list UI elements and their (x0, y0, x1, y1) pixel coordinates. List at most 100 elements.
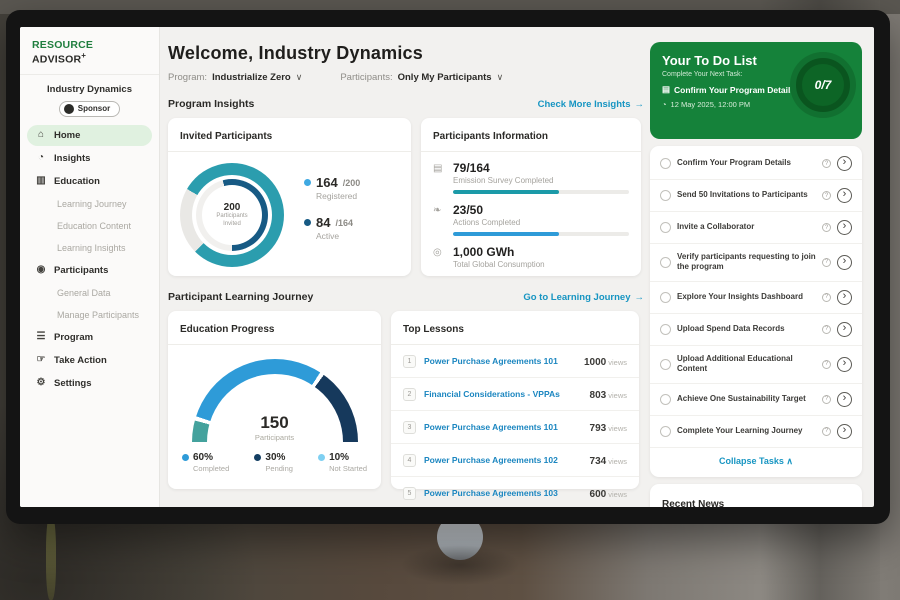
legend-item: 10% Not Started (318, 452, 367, 473)
participants-information-card: Participants Information ▤ 79/164 Emissi… (421, 118, 641, 276)
task-info-icon[interactable]: ? (822, 293, 831, 302)
check-more-insights-link[interactable]: Check More Insights → (538, 99, 644, 110)
task-info-icon[interactable]: ? (822, 223, 831, 232)
participants-information-title: Participants Information (433, 131, 548, 142)
sidebar-item-label: Home (54, 130, 80, 141)
task-checkbox[interactable] (660, 324, 671, 335)
task-info-icon[interactable]: ? (822, 395, 831, 404)
task-chevron-button[interactable]: › (837, 290, 852, 305)
legend-label: Pending (265, 464, 293, 473)
donut-legend: 164/200 Registered 84/164 Active (304, 175, 360, 255)
sidebar-item[interactable]: ⚙ Settings (27, 373, 152, 394)
task-chevron-button[interactable]: › (837, 424, 852, 439)
info-row-label: Emission Survey Completed (453, 176, 629, 185)
lesson-rank-badge: 5 (403, 487, 416, 500)
filter-label: Program: (168, 72, 207, 83)
education-progress-card: Education Progress 150 Participants (168, 311, 381, 489)
lesson-rank-badge: 3 (403, 421, 416, 434)
todo-task-list: Confirm Your Program Details ? › Send 50… (650, 148, 862, 448)
sidebar-item[interactable]: ◔ Insights (27, 148, 152, 169)
sidebar-item[interactable]: ⌂ Home (27, 125, 152, 146)
task-chevron-button[interactable]: › (837, 188, 852, 203)
task-checkbox[interactable] (660, 222, 671, 233)
task-info-icon[interactable]: ? (822, 191, 831, 200)
task-checkbox[interactable] (660, 426, 671, 437)
sidebar-item[interactable]: Learning Journey (27, 194, 152, 214)
lesson-rank-badge: 4 (403, 454, 416, 467)
task-label: Complete Your Learning Journey (677, 426, 816, 436)
task-info-icon[interactable]: ? (822, 325, 831, 334)
task-info-icon[interactable]: ? (822, 258, 831, 267)
collapse-tasks-link[interactable]: Collapse Tasks ∧ (650, 448, 862, 473)
info-row-value: 1,000 GWh (453, 245, 545, 259)
chevron-up-icon: ∧ (786, 456, 793, 466)
sidebar-item[interactable]: Manage Participants (27, 305, 152, 325)
sidebar-item[interactable]: ☰ Program (27, 327, 152, 348)
check-more-insights-label: Check More Insights (538, 99, 631, 110)
legend-label: Not Started (329, 464, 367, 473)
sponsor-badge[interactable]: Sponsor (59, 101, 120, 117)
filter-bar: Program: Industrialize Zero ∨ Participan… (168, 72, 644, 83)
todo-task-row[interactable]: Achieve One Sustainability Target ? › (650, 384, 862, 416)
legend-dot (304, 219, 311, 226)
task-checkbox[interactable] (660, 257, 671, 268)
lesson-views-suffix: views (608, 391, 627, 400)
sidebar-item[interactable]: Education Content (27, 216, 152, 236)
sidebar-item-icon: ▥ (35, 176, 47, 186)
todo-task-row[interactable]: Complete Your Learning Journey ? › (650, 416, 862, 448)
todo-task-row[interactable]: Verify participants requesting to join t… (650, 244, 862, 282)
sidebar-item-label: Take Action (54, 355, 107, 366)
task-chevron-button[interactable]: › (837, 220, 852, 235)
task-info-icon[interactable]: ? (822, 159, 831, 168)
task-chevron-button[interactable]: › (837, 322, 852, 337)
legend-item: 60% Completed (182, 452, 229, 473)
todo-task-row[interactable]: Invite a Collaborator ? › (650, 212, 862, 244)
clipboard-icon: ▤ (662, 84, 670, 95)
legend-label: Active (316, 231, 360, 241)
info-row-label: Total Global Consumption (453, 260, 545, 269)
arrow-right-icon: → (635, 99, 645, 110)
legend-dot (304, 179, 311, 186)
info-row-icon: ◎ (433, 245, 445, 269)
task-chevron-button[interactable]: › (837, 392, 852, 407)
program-insights-heading: Program Insights (168, 98, 254, 110)
filter-dropdown[interactable]: Program: Industrialize Zero ∨ (168, 72, 302, 83)
task-info-icon[interactable]: ? (822, 360, 831, 369)
todo-task-row[interactable]: Upload Spend Data Records ? › (650, 314, 862, 346)
sidebar-item[interactable]: ☞ Take Action (27, 350, 152, 371)
filter-dropdown[interactable]: Participants: Only My Participants ∨ (340, 72, 503, 83)
task-checkbox[interactable] (660, 190, 671, 201)
task-checkbox[interactable] (660, 292, 671, 303)
todo-task-row[interactable]: Upload Additional Educational Content ? … (650, 346, 862, 384)
lesson-link[interactable]: Power Purchase Agreements 101 (424, 356, 576, 366)
todo-task-row[interactable]: Send 50 Invitations to Participants ? › (650, 180, 862, 212)
logo-resource: RESOURCE (32, 39, 93, 51)
legend-label: Registered (316, 191, 360, 201)
legend-denominator: /164 (335, 218, 353, 228)
lesson-link[interactable]: Power Purchase Agreements 101 (424, 422, 582, 432)
filter-value: Only My Participants (398, 72, 492, 83)
donut-center-label: Participants Invited (210, 213, 254, 229)
task-chevron-button[interactable]: › (837, 156, 852, 171)
todo-task-row[interactable]: Explore Your Insights Dashboard ? › (650, 282, 862, 314)
lesson-link[interactable]: Power Purchase Agreements 102 (424, 455, 582, 465)
lesson-views-suffix: views (608, 424, 627, 433)
lesson-views-count: 803 (590, 390, 607, 401)
sidebar-item[interactable]: ▥ Education (27, 171, 152, 192)
lesson-link[interactable]: Financial Considerations - VPPAs (424, 389, 582, 399)
task-info-icon[interactable]: ? (822, 427, 831, 436)
task-checkbox[interactable] (660, 394, 671, 405)
sidebar-item-label: Learning Insights (57, 243, 126, 253)
sponsor-badge-icon (64, 104, 74, 114)
sidebar: RESOURCE ADVISOR+ Industry Dynamics Spon… (20, 27, 160, 507)
go-to-learning-journey-link[interactable]: Go to Learning Journey→ (523, 292, 644, 303)
task-checkbox[interactable] (660, 158, 671, 169)
lesson-link[interactable]: Power Purchase Agreements 103 (424, 488, 582, 498)
task-chevron-button[interactable]: › (837, 255, 852, 270)
task-checkbox[interactable] (660, 359, 671, 370)
sidebar-item[interactable]: General Data (27, 283, 152, 303)
sidebar-item[interactable]: ◉ Participants (27, 260, 152, 281)
sidebar-item[interactable]: Learning Insights (27, 238, 152, 258)
task-chevron-button[interactable]: › (837, 357, 852, 372)
todo-task-row[interactable]: Confirm Your Program Details ? › (650, 148, 862, 180)
